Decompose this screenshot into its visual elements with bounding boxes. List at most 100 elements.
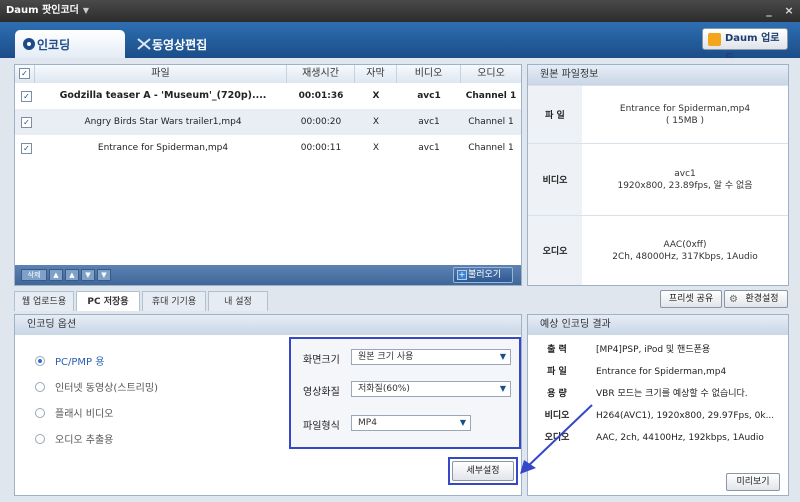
file-video: avc1 (418, 117, 440, 127)
tab-video-edit[interactable]: 동영상편집 (130, 30, 240, 58)
title-menu-icon[interactable]: ▼ (83, 6, 89, 15)
file-audio: Channel 1 (465, 91, 517, 101)
column-video[interactable]: 비디오 (397, 65, 461, 83)
select-all-header[interactable]: ✓ (15, 65, 35, 83)
column-duration[interactable]: 재생시간 (287, 65, 355, 83)
tab-pc-save[interactable]: PC 저장용 (76, 291, 140, 311)
file-video: avc1 (417, 91, 441, 101)
source-video-row: 비디오 avc1 1920x800, 23.89fps, 알 수 없음 (528, 143, 788, 215)
file-audio: Channel 1 (468, 117, 514, 127)
annotation-arrow-icon (520, 404, 593, 474)
row-checkbox[interactable]: ✓ (21, 143, 32, 154)
tab-encoding[interactable]: 인코딩 (15, 30, 125, 58)
column-file[interactable]: 파일 (35, 65, 287, 83)
source-info-panel: 원본 파일정보 파 일 Entrance for Spiderman,mp4 (… (527, 64, 789, 286)
row-checkbox[interactable]: ✓ (21, 91, 32, 102)
delete-button[interactable]: 삭제 (21, 269, 47, 281)
radio-flash-video[interactable]: 플래시 비디오 (35, 405, 113, 420)
quality-label: 영상화질 (303, 387, 340, 398)
quality-select[interactable]: 저화질(60%) ▼ (351, 381, 511, 397)
radio-dot (35, 433, 45, 444)
file-audio: Channel 1 (468, 143, 514, 153)
select-all-checkbox[interactable]: ✓ (19, 68, 30, 79)
table-row[interactable]: ✓ Entrance for Spiderman,mp4 00:00:11 X … (15, 135, 521, 161)
screen-size-select[interactable]: 원본 크기 사용 ▼ (351, 349, 511, 365)
minimize-button[interactable]: _ (762, 0, 776, 22)
column-audio[interactable]: 오디오 (461, 65, 521, 83)
source-video-label: 비디오 (528, 144, 582, 215)
move-top-icon[interactable]: ▲ (49, 269, 63, 281)
move-down-icon[interactable]: ▼ (81, 269, 95, 281)
result-label: 출 력 (547, 345, 567, 355)
daum-upload-button[interactable]: Daum 업로드 (702, 28, 788, 64)
radio-pc-pmp-label: PC/PMP 용 (55, 357, 105, 368)
detail-settings-highlight (448, 457, 518, 485)
tab-my-settings[interactable]: 내 설정 (208, 291, 268, 311)
radio-pc-pmp[interactable]: PC/PMP 용 (35, 353, 104, 368)
env-settings-button[interactable]: ⚙ 환경설정 (724, 290, 788, 308)
format-value: MP4 (358, 418, 377, 428)
radio-audio-extract[interactable]: 오디오 추출용 (35, 431, 113, 446)
format-select[interactable]: MP4 ▼ (351, 415, 471, 431)
plus-icon: + (457, 270, 467, 280)
file-subtitle: X (372, 117, 380, 127)
screen-size-value: 원본 크기 사용 (358, 352, 414, 362)
file-list-panel: ✓ 파일 재생시간 자막 비디오 오디오 ✓ Godzilla teaser A… (14, 64, 522, 286)
chevron-down-icon: ▼ (499, 384, 506, 393)
tab-web-upload[interactable]: 웹 업로드용 (14, 291, 74, 311)
screen-size-label: 화면크기 (303, 355, 340, 366)
quality-value: 저화질(60%) (358, 384, 410, 394)
column-subtitle[interactable]: 자막 (355, 65, 397, 83)
main-tab-bar: 인코딩 동영상편집 Daum 업로드 (0, 22, 800, 64)
chevron-down-icon: ▼ (459, 418, 466, 427)
preview-button[interactable]: 미리보기 (726, 473, 780, 491)
expected-result-title: 예상 인코딩 결과 (528, 315, 788, 335)
result-row: 파 일 Entrance for Spiderman,mp4 (528, 361, 788, 383)
source-audio-detail: 2Ch, 48000Hz, 317Kbps, 1Audio (612, 251, 758, 262)
app-window: Daum 팟인코더 ▼ _ × 인코딩 동영상편집 Daum 업로드 ✓ 파일 재… (0, 0, 800, 502)
scissors-icon (137, 38, 151, 50)
env-settings-label: 환경설정 (745, 294, 779, 304)
source-file-name: Entrance for Spiderman,mp4 (619, 103, 751, 114)
upload-icon (708, 33, 721, 46)
tab-video-edit-label: 동영상편집 (152, 37, 208, 52)
file-list-toolbar: 삭제 ▲ ▲ ▼ ▼ + 불러오기 (15, 265, 521, 285)
result-value: AAC, 2ch, 44100Hz, 192kbps, 1Audio (596, 433, 764, 443)
radio-dot (35, 407, 45, 418)
move-bottom-icon[interactable]: ▼ (97, 269, 111, 281)
file-video: avc1 (418, 143, 440, 153)
file-subtitle: X (372, 91, 380, 101)
file-duration: 00:00:20 (300, 117, 342, 127)
main-content: ✓ 파일 재생시간 자막 비디오 오디오 ✓ Godzilla teaser A… (0, 58, 800, 502)
result-value: H264(AVC1), 1920x800, 29.97Fps, 0k... (596, 411, 775, 421)
encoding-settings-highlight: 화면크기 원본 크기 사용 ▼ 영상화질 저화질(60%) ▼ 파일형식 MP4… (289, 337, 521, 449)
source-audio-codec: AAC(0xff) (663, 239, 707, 250)
source-file-size: ( 15MB ) (665, 115, 705, 126)
radio-selected-dot (35, 355, 45, 366)
app-title: Daum 팟인코더 (6, 5, 79, 16)
encoding-options-title: 인코딩 옵션 (15, 315, 521, 335)
result-label: 파 일 (547, 367, 567, 377)
tab-mobile-device[interactable]: 휴대 기기용 (142, 291, 206, 311)
file-duration: 00:00:11 (300, 143, 342, 153)
radio-dot (35, 381, 45, 392)
table-row[interactable]: ✓ Angry Birds Star Wars trailer1,mp4 00:… (15, 109, 521, 135)
source-audio-label: 오디오 (528, 216, 582, 285)
source-video-codec: avc1 (674, 168, 696, 179)
radio-audio-extract-label: 오디오 추출용 (55, 435, 114, 446)
preset-share-button[interactable]: 프리셋 공유 (660, 290, 722, 308)
move-up-icon[interactable]: ▲ (65, 269, 79, 281)
title-bar[interactable]: Daum 팟인코더 ▼ _ × (0, 0, 800, 22)
file-duration: 00:01:36 (298, 91, 344, 101)
source-info-title: 원본 파일정보 (528, 65, 788, 85)
load-files-button[interactable]: + 불러오기 (453, 267, 513, 283)
table-row[interactable]: ✓ Godzilla teaser A - 'Museum'_(720p)...… (15, 83, 521, 109)
file-name: Godzilla teaser A - 'Museum'_(720p).... (59, 90, 267, 101)
row-checkbox[interactable]: ✓ (21, 117, 32, 128)
result-value: Entrance for Spiderman,mp4 (596, 367, 727, 377)
radio-streaming[interactable]: 인터넷 동영상(스트리밍) (35, 379, 158, 394)
tab-encoding-label: 인코딩 (37, 37, 71, 52)
encoding-options-panel: 인코딩 옵션 PC/PMP 용 인터넷 동영상(스트리밍) 플래시 비디오 오디… (14, 314, 522, 496)
result-value: [MP4]PSP, iPod 및 핸드폰용 (596, 345, 711, 355)
close-button[interactable]: × (782, 0, 796, 22)
